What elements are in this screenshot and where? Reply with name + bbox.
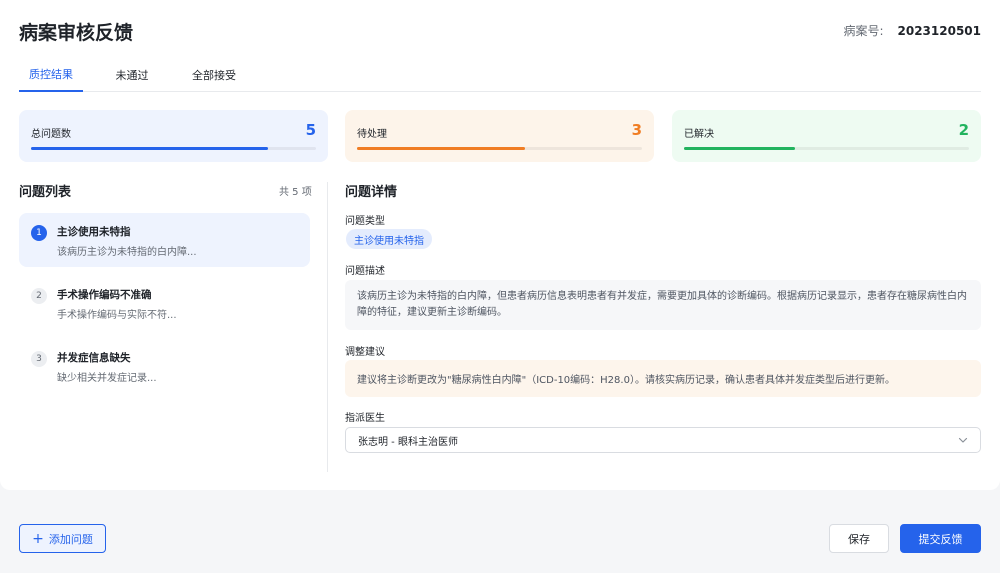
panel-divider <box>327 182 328 472</box>
add-issue-button[interactable]: + 添加问题 <box>19 524 106 553</box>
stat-progress-fill <box>357 147 526 150</box>
suggestion-label: 调整建议 <box>345 347 385 358</box>
main-card: 病案审核反馈 病案号: 2023120501 质控结果 未通过 全部接受 总问题… <box>0 0 1000 490</box>
issue-desc-box: 该病历主诊为未特指的白内障，但患者病历信息表明患者有并发症，需要更加具体的诊断编… <box>345 280 981 330</box>
issue-count: 共 5 项 <box>279 187 312 198</box>
case-number: 病案号: 2023120501 <box>843 22 981 39</box>
issue-desc: 缺少相关并发症记录... <box>57 373 157 384</box>
case-number-label: 病案号: <box>843 24 884 38</box>
issue-number-badge: 1 <box>31 225 47 241</box>
stat-label: 总问题数 <box>31 129 71 140</box>
tab-bar: 质控结果 未通过 全部接受 <box>19 58 981 92</box>
stat-label: 已解决 <box>684 129 714 140</box>
stat-progress-fill <box>31 147 268 150</box>
page-title: 病案审核反馈 <box>19 22 134 44</box>
stat-label: 待处理 <box>357 129 387 140</box>
stat-card-pending: 待处理 3 <box>345 110 654 162</box>
issue-number-badge: 2 <box>31 288 47 304</box>
stat-value: 3 <box>631 121 642 139</box>
issue-desc-label: 问题描述 <box>345 266 385 277</box>
issue-number-badge: 3 <box>31 351 47 367</box>
case-number-value: 2023120501 <box>897 24 982 38</box>
plus-icon: + <box>32 530 44 547</box>
save-button[interactable]: 保存 <box>829 524 889 553</box>
submit-feedback-button[interactable]: 提交反馈 <box>900 524 981 553</box>
list-item[interactable]: 1 主诊使用未特指 该病历主诊为未特指的白内障... <box>19 213 310 267</box>
issue-desc: 手术操作编码与实际不符... <box>57 310 177 321</box>
chevron-down-icon <box>958 437 968 443</box>
add-issue-label: 添加问题 <box>48 532 93 546</box>
issue-type-label: 问题类型 <box>345 216 385 227</box>
detail-title: 问题详情 <box>345 185 398 200</box>
tab-all-accepted[interactable]: 全部接受 <box>183 58 245 92</box>
stat-progress-track <box>31 147 316 150</box>
doctor-select-value: 张志明 - 眼科主治医师 <box>358 436 458 448</box>
tab-not-passed[interactable]: 未通过 <box>105 58 159 92</box>
stat-card-total: 总问题数 5 <box>19 110 328 162</box>
stat-progress-fill <box>684 147 796 150</box>
issue-title: 主诊使用未特指 <box>57 226 131 238</box>
stat-progress-track <box>684 147 969 150</box>
list-item[interactable]: 2 手术操作编码不准确 手术操作编码与实际不符... <box>19 276 310 330</box>
stat-value: 2 <box>958 121 969 139</box>
issue-type-tag: 主诊使用未特指 <box>346 229 432 249</box>
list-item[interactable]: 3 并发症信息缺失 缺少相关并发症记录... <box>19 339 310 393</box>
doctor-select[interactable]: 张志明 - 眼科主治医师 <box>345 427 981 453</box>
doctor-label: 指派医生 <box>345 413 385 424</box>
issue-title: 手术操作编码不准确 <box>57 289 152 301</box>
suggestion-text: 建议将主诊断更改为"糖尿病性白内障"（ICD-10编码：H28.0）。请核实病历… <box>357 375 895 386</box>
issue-desc: 该病历主诊为未特指的白内障... <box>57 247 197 258</box>
issue-list-title: 问题列表 <box>19 185 72 200</box>
issue-title: 并发症信息缺失 <box>57 352 131 364</box>
tab-qc-result[interactable]: 质控结果 <box>19 58 83 92</box>
stat-card-resolved: 已解决 2 <box>672 110 981 162</box>
stat-progress-track <box>357 147 642 150</box>
stat-value: 5 <box>305 121 316 139</box>
suggestion-box: 建议将主诊断更改为"糖尿病性白内障"（ICD-10编码：H28.0）。请核实病历… <box>345 360 981 397</box>
